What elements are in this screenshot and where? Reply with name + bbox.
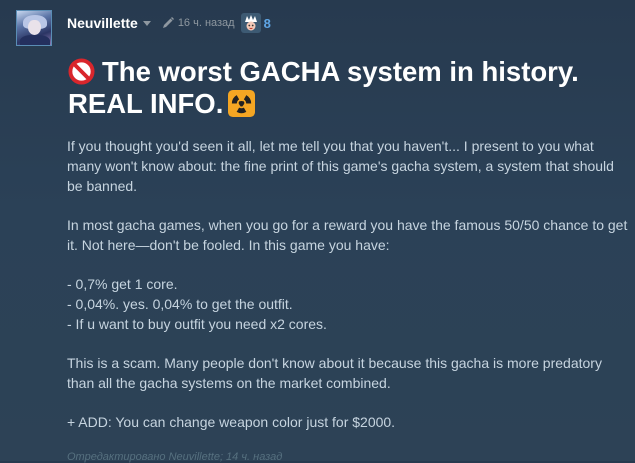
edit-pencil-icon [162,17,174,28]
post-paragraph: + ADD: You can change weapon color just … [67,414,396,430]
prohibited-icon [68,58,95,85]
post-header: Neuvillette 16 ч. назад 8 [67,13,271,33]
author-name[interactable]: Neuvillette [67,15,138,31]
author-avatar[interactable] [16,10,52,46]
forum-post: Neuvillette 16 ч. назад 8 The worst GACH… [0,0,635,463]
post-paragraph: If you thought you'd seen it all, let me… [67,138,614,194]
post-paragraph: In most gacha games, when you go for a r… [67,217,628,253]
post-timestamp: 16 ч. назад [177,17,235,29]
award-count[interactable]: 8 [264,16,271,31]
award-icon[interactable] [240,13,261,33]
post-paragraph-list: - 0,7% get 1 core. - 0,04%. yes. 0,04% t… [67,276,327,332]
post-title: The worst GACHA system in history. REAL … [68,56,628,120]
post-title-text: The worst GACHA system in history. REAL … [68,56,579,119]
author-menu-chevron-down-icon[interactable] [142,20,151,26]
edited-notice: Отредактировано Neuvillette; 14 ч. назад [67,451,283,463]
post-body: If you thought you'd seen it all, let me… [67,136,629,451]
radioactive-icon [228,90,256,117]
post-paragraph: This is a scam. Many people don't know a… [67,355,602,391]
